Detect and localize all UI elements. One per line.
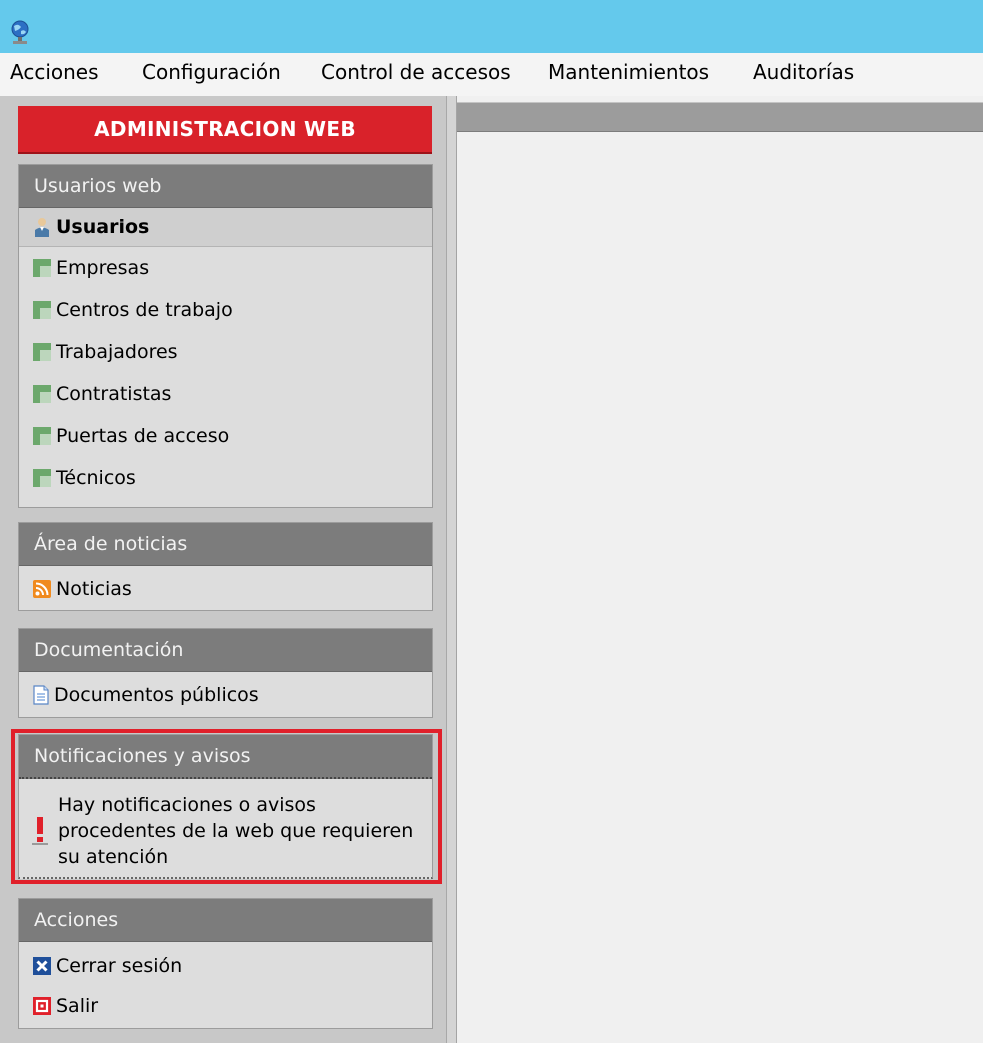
panel-acciones: Acciones Cerrar sesión Salir bbox=[18, 898, 433, 1029]
content-header-bar bbox=[457, 102, 983, 132]
grid-table-icon bbox=[33, 258, 51, 277]
nav-item-centros-de-trabajo[interactable]: Centros de trabajo bbox=[19, 289, 432, 331]
menu-auditorias[interactable]: Auditorías bbox=[753, 60, 854, 84]
nav-item-noticias[interactable]: Noticias bbox=[19, 566, 432, 612]
panel-header-usuarios-web[interactable]: Usuarios web bbox=[19, 165, 432, 208]
grid-table-icon bbox=[33, 384, 51, 403]
admin-web-header: ADMINISTRACION WEB bbox=[18, 106, 432, 154]
nav-item-trabajadores[interactable]: Trabajadores bbox=[19, 331, 432, 373]
close-icon bbox=[33, 956, 51, 975]
nav-item-usuarios[interactable]: Usuarios bbox=[19, 208, 432, 247]
nav-item-label: Empresas bbox=[56, 257, 150, 279]
nav-item-salir[interactable]: Salir bbox=[19, 986, 432, 1026]
pane-splitter[interactable] bbox=[447, 96, 457, 1043]
content-pane bbox=[457, 96, 983, 1043]
exclamation-icon bbox=[32, 817, 48, 845]
document-icon bbox=[33, 684, 49, 705]
panel-documentacion: Documentación Documentos públicos bbox=[18, 628, 433, 718]
nav-item-contratistas[interactable]: Contratistas bbox=[19, 373, 432, 415]
panel-usuarios-web: Usuarios web Usuarios Empresas Centros d… bbox=[18, 164, 433, 508]
panel-header-documentacion[interactable]: Documentación bbox=[19, 629, 432, 672]
panel-area-de-noticias: Área de noticias Noticias bbox=[18, 522, 433, 611]
nav-item-label: Trabajadores bbox=[56, 341, 178, 363]
user-icon bbox=[35, 217, 49, 237]
grid-table-icon bbox=[33, 426, 51, 445]
nav-item-label: Puertas de acceso bbox=[56, 425, 230, 447]
menu-acciones[interactable]: Acciones bbox=[10, 60, 99, 84]
grid-table-icon bbox=[33, 468, 51, 487]
menu-mantenimientos[interactable]: Mantenimientos bbox=[548, 60, 709, 84]
menu-configuracion[interactable]: Configuración bbox=[142, 60, 281, 84]
panel-header-acciones[interactable]: Acciones bbox=[19, 899, 432, 942]
exit-icon bbox=[33, 996, 51, 1015]
notification-message[interactable]: Hay notificaciones o avisos procedentes … bbox=[58, 792, 418, 870]
menu-bar: Acciones Configuración Control de acceso… bbox=[0, 53, 983, 97]
rss-icon bbox=[33, 579, 51, 598]
panel-header-area-de-noticias[interactable]: Área de noticias bbox=[19, 523, 432, 566]
nav-item-label: Cerrar sesión bbox=[56, 955, 183, 977]
title-bar bbox=[0, 0, 983, 53]
grid-table-icon bbox=[33, 300, 51, 319]
nav-item-documentos-publicos[interactable]: Documentos públicos bbox=[19, 672, 432, 718]
nav-item-label: Noticias bbox=[56, 578, 132, 600]
grid-table-icon bbox=[33, 342, 51, 361]
nav-item-empresas[interactable]: Empresas bbox=[19, 247, 432, 289]
globe-icon[interactable] bbox=[9, 20, 31, 46]
menu-control-de-accesos[interactable]: Control de accesos bbox=[321, 60, 511, 84]
nav-item-cerrar-sesion[interactable]: Cerrar sesión bbox=[19, 946, 432, 986]
nav-item-puertas-de-acceso[interactable]: Puertas de acceso bbox=[19, 415, 432, 457]
nav-item-tecnicos[interactable]: Técnicos bbox=[19, 457, 432, 499]
nav-item-label: Contratistas bbox=[56, 383, 172, 405]
nav-item-label: Documentos públicos bbox=[54, 684, 259, 706]
nav-item-label: Centros de trabajo bbox=[56, 299, 233, 321]
nav-item-label: Técnicos bbox=[56, 467, 136, 489]
nav-item-label: Salir bbox=[56, 995, 99, 1017]
nav-item-label: Usuarios bbox=[56, 216, 150, 238]
